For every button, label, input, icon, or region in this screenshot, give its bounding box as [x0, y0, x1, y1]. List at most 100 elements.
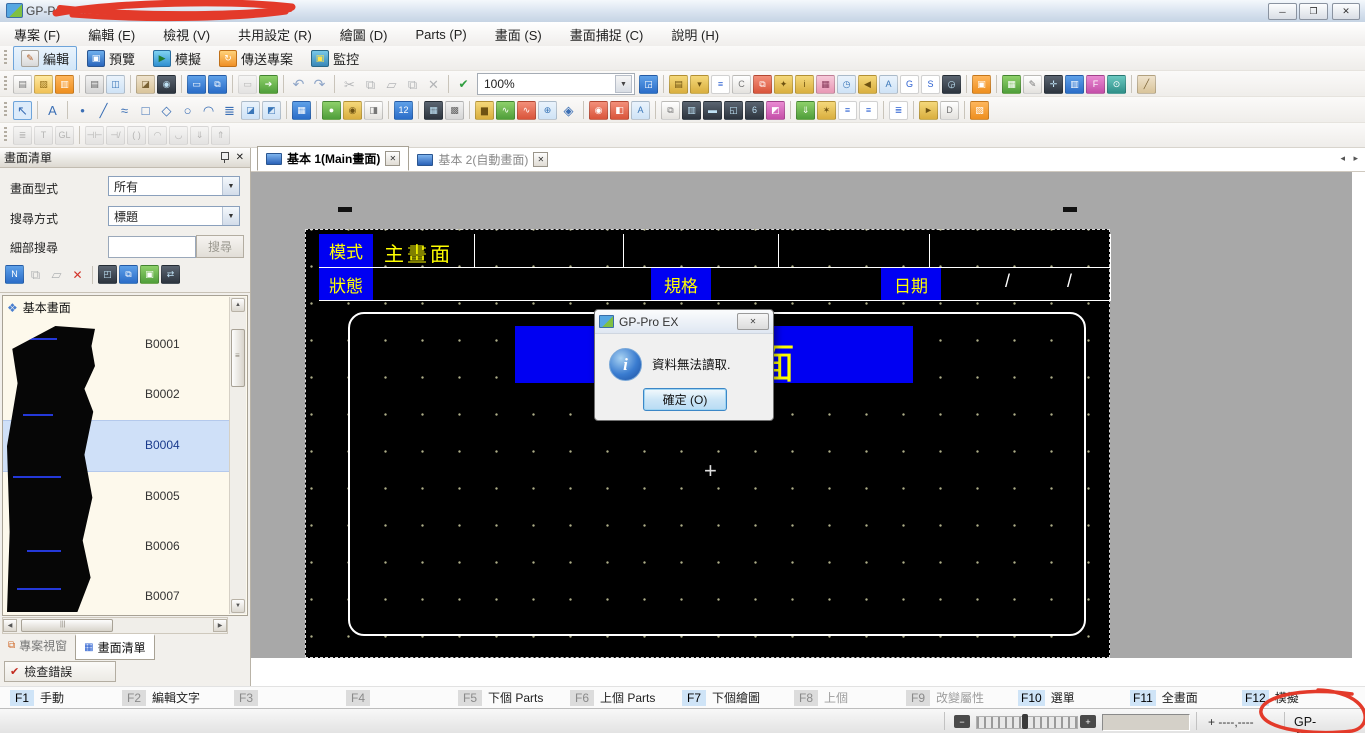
keypad-popup-icon[interactable]: ▩ — [445, 101, 464, 120]
graph-export-icon[interactable]: ∿ — [496, 101, 515, 120]
switch-parts-icon[interactable]: ● — [322, 101, 341, 120]
movie-player-icon[interactable]: ▥ — [682, 101, 701, 120]
separator[interactable] — [286, 101, 287, 119]
alarm-history-icon[interactable]: ◧ — [610, 101, 629, 120]
trend-graph-icon[interactable]: ∿ — [517, 101, 536, 120]
edit-mode-button[interactable]: ✎ 編輯 — [13, 46, 77, 71]
separator[interactable] — [418, 101, 419, 119]
copy-screen-icon[interactable]: ⧉ — [26, 265, 45, 284]
F6[interactable]: F6 上個 Parts — [570, 689, 682, 706]
cell-date[interactable]: 日期 — [881, 268, 941, 300]
separator[interactable] — [964, 101, 965, 119]
bar-graph-icon[interactable]: ▆ — [475, 101, 494, 120]
toolbar-grip[interactable] — [4, 127, 7, 143]
cell-status[interactable]: 狀態 — [319, 268, 373, 300]
remote-pc-icon[interactable]: ◱ — [724, 101, 743, 120]
檢視 (V)[interactable]: 檢視 (V) — [149, 21, 224, 48]
recipe-settings-icon[interactable]: ▦ — [816, 75, 835, 94]
dialog-close-button[interactable]: ✕ — [737, 313, 769, 330]
error-check-icon[interactable]: ✔ — [454, 75, 473, 94]
preview-button[interactable]: ▣ 預覽 — [79, 46, 143, 71]
close-tab-icon[interactable]: ✕ — [533, 152, 548, 167]
scale-tool-icon[interactable]: ≣ — [220, 101, 239, 120]
symbol-settings-icon[interactable]: ▤ — [669, 75, 688, 94]
ok-button[interactable]: 確定 (O) — [643, 388, 727, 411]
zoom-in-button[interactable]: + — [1080, 715, 1096, 728]
F8[interactable]: F8 上個 — [794, 689, 906, 706]
data-display-icon[interactable]: ◨ — [364, 101, 383, 120]
date-display-icon[interactable]: 12 — [394, 101, 413, 120]
close-tab-icon[interactable]: ✕ — [385, 151, 400, 166]
F5[interactable]: F5 下個 Parts — [458, 689, 570, 706]
error-check-tab[interactable]: ✔ 檢查錯誤 — [4, 661, 116, 682]
save-project-icon[interactable]: ▥ — [55, 75, 74, 94]
vnc-display-icon[interactable]: 6 — [745, 101, 764, 120]
rectangle-tool-icon[interactable]: □ — [136, 101, 155, 120]
F3[interactable]: F3 — [234, 690, 346, 706]
separator[interactable] — [790, 101, 791, 119]
paste-icon[interactable]: ▱ — [382, 75, 401, 94]
separator[interactable] — [583, 101, 584, 119]
separator[interactable] — [966, 75, 967, 93]
open-screen-icon[interactable]: ⧉ — [208, 75, 227, 94]
duplicate-icon[interactable]: ⧉ — [403, 75, 422, 94]
pin-icon[interactable] — [220, 152, 228, 163]
horizontal-scrollbar[interactable]: ◀ ▶ — [2, 617, 228, 634]
print-preview-icon[interactable]: ◫ — [106, 75, 125, 94]
separator[interactable] — [181, 75, 182, 93]
change-attribute-icon[interactable]: ▣ — [140, 265, 159, 284]
comment-clock-icon[interactable]: ◷ — [837, 75, 856, 94]
transfer-project-button[interactable]: ↻ 傳送專案 — [211, 46, 301, 71]
script-edit-icon[interactable]: ✎ — [1023, 75, 1042, 94]
scrollbar-thumb[interactable] — [231, 329, 245, 387]
paste-screen-icon[interactable]: ▱ — [47, 265, 66, 284]
separator[interactable] — [469, 101, 470, 119]
zoom-slider-thumb[interactable] — [1022, 714, 1028, 729]
separator[interactable] — [316, 101, 317, 119]
language-s-icon[interactable]: S — [921, 75, 940, 94]
tab-screen-list[interactable]: ▦ 畫面清單 — [75, 634, 154, 660]
polyline-tool-icon[interactable]: ≈ — [115, 101, 134, 120]
text-table-icon[interactable]: A — [879, 75, 898, 94]
dot-tool-icon[interactable]: • — [73, 101, 92, 120]
package-icon[interactable]: ▧ — [970, 101, 989, 120]
zoom-out-button[interactable]: − — [954, 715, 970, 728]
separator[interactable] — [92, 266, 93, 284]
tree-root-basic-screens[interactable]: ❖ 基本畫面 — [7, 299, 71, 316]
delete-icon[interactable]: ✕ — [424, 75, 443, 94]
專案 (F)[interactable]: 專案 (F) — [0, 21, 74, 48]
scroll-down-icon[interactable]: ▼ — [231, 599, 245, 613]
time-capture-icon[interactable]: ◶ — [942, 75, 961, 94]
說明 (H)[interactable]: 說明 (H) — [657, 21, 733, 48]
panel-close-icon[interactable]: ✕ — [236, 152, 244, 163]
doc-tab-base1[interactable]: 基本 1(Main畫面) ✕ — [257, 146, 409, 171]
F11[interactable]: F11 全畫面 — [1130, 689, 1242, 706]
camera-unit-icon[interactable]: ▬ — [703, 101, 722, 120]
screen-type-select[interactable]: 所有 ▼ — [108, 176, 240, 196]
preview-monitor-icon[interactable]: ◰ — [98, 265, 117, 284]
繪圖 (D)[interactable]: 繪圖 (D) — [326, 21, 402, 48]
previous-screen-icon[interactable]: ▭ — [238, 75, 257, 94]
search-button[interactable]: 搜尋 — [196, 235, 244, 258]
ellipse-tool-icon[interactable]: ○ — [178, 101, 197, 120]
F2[interactable]: F2 編輯文字 — [122, 689, 234, 706]
copy-icon[interactable]: ⧉ — [361, 75, 380, 94]
new-project-icon[interactable]: ▤ — [13, 75, 32, 94]
tab-project-window[interactable]: ⧉ 專案視窗 — [0, 634, 75, 657]
data-download-icon[interactable]: ⇓ — [796, 101, 815, 120]
simulation-button[interactable]: ▶ 模擬 — [145, 46, 209, 71]
symbol-variable-icon[interactable]: ▾ — [690, 75, 709, 94]
redo-icon[interactable]: ↷ — [310, 75, 329, 94]
toolbar-grip[interactable] — [4, 50, 7, 66]
separator[interactable] — [334, 75, 335, 93]
separator[interactable] — [79, 75, 80, 93]
separator[interactable] — [1131, 75, 1132, 93]
table-parts-icon[interactable]: ▦ — [292, 101, 311, 120]
編輯 (E)[interactable]: 編輯 (E) — [74, 21, 149, 48]
Parts (P)[interactable]: Parts (P) — [401, 23, 480, 46]
doc-tab-base2[interactable]: 基本 2(自動畫面) ✕ — [409, 148, 556, 171]
F12[interactable]: F12 模擬 — [1242, 689, 1354, 706]
toolbar-grip[interactable] — [4, 76, 7, 92]
xy-graph-icon[interactable]: ◈ — [559, 101, 578, 120]
arc-tool-icon[interactable]: ◠ — [199, 101, 218, 120]
